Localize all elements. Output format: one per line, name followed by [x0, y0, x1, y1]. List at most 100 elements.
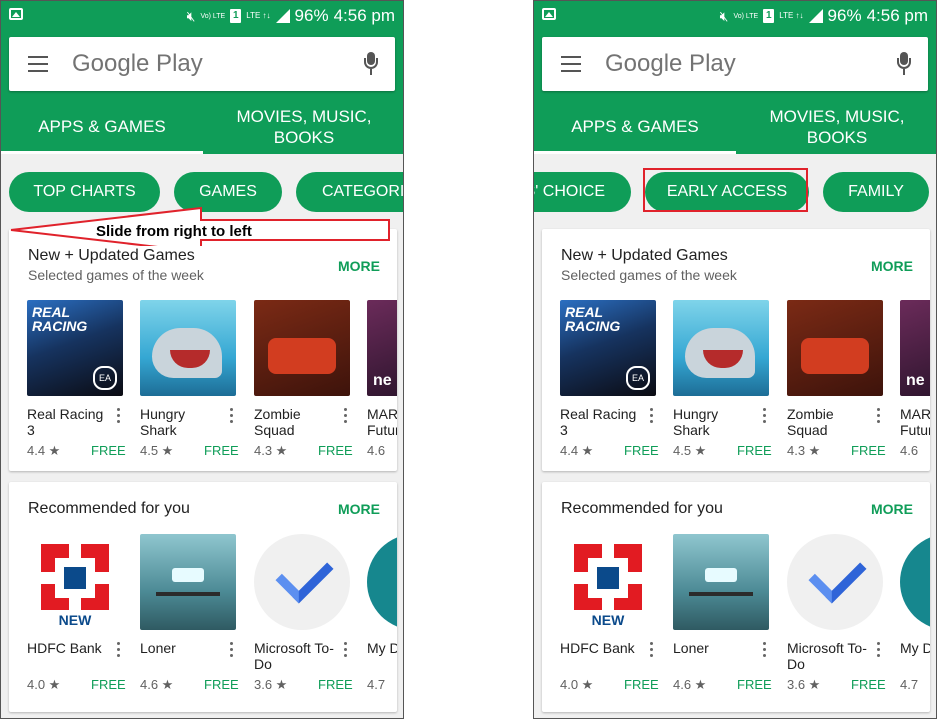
- chip-family[interactable]: FAMILY: [823, 172, 929, 212]
- real-racing-icon[interactable]: REAL RACING EA: [27, 300, 123, 396]
- loner-icon[interactable]: [673, 534, 769, 630]
- overflow-menu-icon[interactable]: [230, 408, 234, 426]
- tab-movies-music-books[interactable]: MOVIES, MUSIC, BOOKS: [736, 99, 936, 154]
- app-rating: 4.7 ★: [900, 677, 919, 694]
- app-name: Loner: [140, 640, 176, 656]
- app-name: My D: [900, 640, 930, 656]
- app-price: FREE: [737, 677, 772, 692]
- battery-level: 96%: [827, 6, 862, 25]
- overflow-menu-icon[interactable]: [650, 642, 654, 660]
- more-button[interactable]: MORE: [871, 258, 913, 274]
- app-price: FREE: [851, 443, 886, 458]
- section-title: New + Updated Games: [28, 247, 195, 264]
- volte-indicator: Vo) LTE: [200, 12, 226, 20]
- search-placeholder[interactable]: Google Play: [605, 50, 736, 78]
- app-name: Zombie Squad: [787, 406, 834, 438]
- overflow-menu-icon[interactable]: [650, 408, 654, 426]
- tab-apps-games[interactable]: APPS & GAMES: [534, 99, 736, 154]
- marvel-future-icon[interactable]: ne: [367, 300, 397, 396]
- app-rating: 4.6 ★: [367, 443, 386, 460]
- zombie-squad-icon[interactable]: [254, 300, 350, 396]
- app-name: HDFC Bank: [560, 640, 635, 656]
- slide-instruction-label: Slide from right to left: [96, 223, 252, 240]
- app-name: MARVEL Future: [367, 406, 397, 438]
- hdfc-bank-icon[interactable]: NEW: [27, 534, 123, 630]
- section-new-updated-games: New + Updated Games Selected games of th…: [9, 229, 397, 471]
- app-name: Real Racing 3: [27, 406, 104, 438]
- active-tab-indicator: [534, 151, 736, 154]
- early-access-highlight: [643, 168, 808, 212]
- marvel-future-icon[interactable]: ne: [900, 300, 930, 396]
- section-new-updated-games: New + Updated Games Selected games of th…: [542, 229, 930, 471]
- search-bar[interactable]: Google Play: [542, 37, 928, 91]
- real-racing-icon[interactable]: REAL RACING EA: [560, 300, 656, 396]
- app-rating: 4.6 ★: [673, 677, 707, 692]
- overflow-menu-icon[interactable]: [344, 642, 348, 660]
- lte-indicator: LTE ↑↓: [246, 11, 271, 20]
- hungry-shark-icon[interactable]: [140, 300, 236, 396]
- section-recommended: Recommended for you MORE NEW HDFC Bank 4…: [542, 482, 930, 712]
- signal-icon: [808, 9, 823, 23]
- zombie-squad-icon[interactable]: [787, 300, 883, 396]
- more-button[interactable]: MORE: [871, 501, 913, 517]
- overflow-menu-icon[interactable]: [763, 408, 767, 426]
- hdfc-bank-icon[interactable]: NEW: [560, 534, 656, 630]
- section-title: Recommended for you: [561, 500, 723, 517]
- app-card[interactable]: ne MARVEL Future 4.6 ★: [367, 300, 397, 460]
- app-card[interactable]: ne MARVEL Future 4.6 ★: [900, 300, 930, 460]
- app-price: FREE: [851, 677, 886, 692]
- app-price: FREE: [204, 443, 239, 458]
- loner-icon[interactable]: [140, 534, 236, 630]
- my-d-app-icon[interactable]: [367, 534, 397, 630]
- chip-editors-choice[interactable]: S' CHOICE: [534, 172, 631, 212]
- tab-apps-games[interactable]: APPS & GAMES: [1, 99, 203, 154]
- app-name: Real Racing 3: [560, 406, 637, 438]
- app-name: Zombie Squad: [254, 406, 301, 438]
- image-notification-icon: [542, 8, 556, 20]
- overflow-menu-icon[interactable]: [344, 408, 348, 426]
- overflow-menu-icon[interactable]: [877, 408, 881, 426]
- tab-movies-music-books[interactable]: MOVIES, MUSIC, BOOKS: [203, 99, 403, 154]
- app-price: FREE: [624, 677, 659, 692]
- hamburger-menu-icon[interactable]: [561, 56, 581, 72]
- app-bar: Google Play APPS & GAMES MOVIES, MUSIC, …: [534, 30, 936, 154]
- hamburger-menu-icon[interactable]: [28, 56, 48, 72]
- my-d-app-icon[interactable]: [900, 534, 930, 630]
- overflow-menu-icon[interactable]: [230, 642, 234, 660]
- overflow-menu-icon[interactable]: [763, 642, 767, 660]
- app-price: FREE: [91, 443, 126, 458]
- search-bar[interactable]: Google Play: [9, 37, 395, 91]
- section-title: New + Updated Games: [561, 247, 728, 264]
- screenshot-right: 🔇︎ Vo) LTE 1 LTE ↑↓ 96% 4:56 pm Google P…: [533, 0, 937, 719]
- microsoft-todo-icon[interactable]: [787, 534, 883, 630]
- overflow-menu-icon[interactable]: [117, 642, 121, 660]
- lte-indicator: LTE ↑↓: [779, 11, 804, 20]
- search-placeholder[interactable]: Google Play: [72, 50, 203, 78]
- microphone-icon[interactable]: [364, 52, 378, 77]
- overflow-menu-icon[interactable]: [117, 408, 121, 426]
- status-bar: 🔇︎ Vo) LTE 1 LTE ↑↓ 96% 4:56 pm: [1, 1, 403, 30]
- top-tabs: APPS & GAMES MOVIES, MUSIC, BOOKS: [534, 99, 936, 154]
- app-rating: 3.6 ★: [787, 677, 821, 692]
- section-title: Recommended for you: [28, 500, 190, 517]
- microphone-icon[interactable]: [897, 52, 911, 77]
- volte-indicator: Vo) LTE: [733, 12, 759, 20]
- top-tabs: APPS & GAMES MOVIES, MUSIC, BOOKS: [1, 99, 403, 154]
- app-rating: 4.7 ★: [367, 677, 386, 694]
- status-bar: 🔇︎ Vo) LTE 1 LTE ↑↓ 96% 4:56 pm: [534, 1, 936, 30]
- microsoft-todo-icon[interactable]: [254, 534, 350, 630]
- app-rating: 4.4 ★: [560, 443, 594, 458]
- app-card[interactable]: My D 4.7 ★: [367, 534, 397, 694]
- more-button[interactable]: MORE: [338, 258, 380, 274]
- overflow-menu-icon[interactable]: [877, 642, 881, 660]
- status-time: 4:56 pm: [866, 6, 928, 25]
- hungry-shark-icon[interactable]: [673, 300, 769, 396]
- app-name: MARVEL Future: [900, 406, 930, 438]
- app-price: FREE: [624, 443, 659, 458]
- app-card[interactable]: My D 4.7 ★: [900, 534, 930, 694]
- app-rating: 4.0 ★: [27, 677, 61, 692]
- app-rating: 3.6 ★: [254, 677, 288, 692]
- mute-icon: 🔇︎: [719, 7, 729, 24]
- app-bar: Google Play APPS & GAMES MOVIES, MUSIC, …: [1, 30, 403, 154]
- more-button[interactable]: MORE: [338, 501, 380, 517]
